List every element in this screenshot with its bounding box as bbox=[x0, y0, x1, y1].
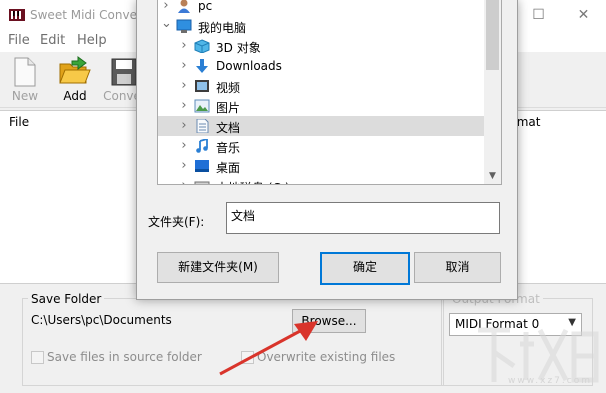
menu-file[interactable]: File bbox=[8, 33, 30, 48]
tree-item[interactable]: › 3D 对象 bbox=[158, 36, 484, 56]
user-icon bbox=[178, 0, 190, 13]
save-disk-icon bbox=[111, 58, 137, 86]
menu-help[interactable]: Help bbox=[77, 33, 107, 48]
download-icon bbox=[196, 59, 208, 73]
tree-item-label: 桌面 bbox=[216, 161, 241, 175]
tree-item[interactable]: › 桌面 bbox=[158, 156, 484, 176]
tree-item-label: 图片 bbox=[216, 101, 241, 115]
chevron-right-icon[interactable]: › bbox=[179, 138, 189, 153]
tree-item[interactable]: › 文档 bbox=[158, 116, 484, 136]
chevron-right-icon[interactable]: › bbox=[179, 58, 189, 73]
save-folder-path: C:\Users\pc\Documents bbox=[31, 313, 172, 327]
chevron-right-icon[interactable]: › bbox=[179, 38, 189, 53]
source-folder-checkbox[interactable] bbox=[31, 351, 44, 364]
scroll-down-arrow-icon[interactable]: ▼ bbox=[484, 168, 501, 184]
window-title: Sweet Midi Conve bbox=[30, 8, 137, 22]
source-folder-label: Save files in source folder bbox=[47, 350, 202, 364]
music-icon bbox=[196, 139, 208, 153]
tree-item[interactable]: › 音乐 bbox=[158, 136, 484, 156]
ok-button[interactable]: 确定 bbox=[320, 252, 410, 285]
watermark-text: www.xz7.com bbox=[508, 376, 592, 386]
tree-item-label: 视频 bbox=[216, 81, 241, 95]
chevron-right-icon[interactable]: › bbox=[179, 78, 189, 93]
chevron-right-icon[interactable]: › bbox=[179, 118, 189, 133]
desktop-icon bbox=[195, 160, 209, 172]
tree-item-label: 文档 bbox=[216, 121, 241, 135]
folder-label: 文件夹(F): bbox=[148, 215, 205, 229]
app-logo-icon bbox=[9, 9, 25, 21]
document-icon bbox=[196, 119, 209, 133]
tree-item-label: 3D 对象 bbox=[216, 41, 261, 55]
column-header-file[interactable]: File bbox=[9, 115, 29, 129]
add-button[interactable]: Add bbox=[53, 52, 97, 107]
tree-item[interactable]: ⌄ 我的电脑 bbox=[158, 16, 484, 36]
tree-item-label: 我的电脑 bbox=[198, 21, 247, 35]
chevron-right-icon[interactable]: › bbox=[179, 98, 189, 113]
tree-item[interactable]: › 本地磁盘 (C:) bbox=[158, 176, 484, 184]
save-folder-legend: Save Folder bbox=[28, 292, 105, 306]
folder-input[interactable]: 文档 bbox=[226, 202, 500, 234]
tree-item[interactable]: › 视频 bbox=[158, 76, 484, 96]
cancel-button[interactable]: 取消 bbox=[414, 252, 501, 283]
tree-item[interactable]: › pc bbox=[158, 0, 484, 16]
folder-input-value: 文档 bbox=[231, 209, 256, 223]
chevron-right-icon[interactable]: › bbox=[179, 178, 189, 184]
chevron-right-icon[interactable]: › bbox=[179, 158, 189, 173]
new-folder-button[interactable]: 新建文件夹(M) bbox=[157, 252, 279, 283]
new-file-icon bbox=[14, 57, 36, 87]
browse-folder-dialog: ›pc⌄我的电脑›3D 对象›Downloads›视频›图片›文档›音乐›桌面›… bbox=[136, 0, 518, 300]
tree-item-label: 本地磁盘 (C:) bbox=[216, 179, 290, 184]
new-button[interactable]: New bbox=[3, 52, 47, 107]
computer-icon bbox=[176, 19, 192, 33]
video-icon bbox=[195, 80, 209, 92]
tree-item-label: 音乐 bbox=[216, 141, 241, 155]
maximize-button[interactable]: ☐ bbox=[516, 0, 561, 30]
tree-item-label: pc bbox=[198, 0, 213, 13]
add-label: Add bbox=[63, 89, 87, 103]
new-label: New bbox=[11, 89, 39, 103]
picture-icon bbox=[194, 99, 210, 113]
annotation-arrow-icon bbox=[219, 321, 318, 376]
tree-item[interactable]: › Downloads bbox=[158, 56, 484, 76]
tree-scrollbar-thumb[interactable] bbox=[486, 0, 499, 70]
3d-objects-icon bbox=[194, 39, 210, 53]
drive-icon bbox=[194, 181, 210, 184]
close-button[interactable]: ✕ bbox=[561, 0, 606, 30]
tree-item[interactable]: › 图片 bbox=[158, 96, 484, 116]
menu-edit[interactable]: Edit bbox=[40, 33, 65, 48]
chevron-down-icon[interactable]: ⌄ bbox=[161, 16, 172, 31]
chevron-right-icon[interactable]: › bbox=[161, 0, 171, 13]
open-folder-icon bbox=[59, 56, 91, 84]
folder-tree[interactable]: ›pc⌄我的电脑›3D 对象›Downloads›视频›图片›文档›音乐›桌面›… bbox=[157, 0, 502, 185]
tree-item-label: Downloads bbox=[216, 59, 282, 73]
